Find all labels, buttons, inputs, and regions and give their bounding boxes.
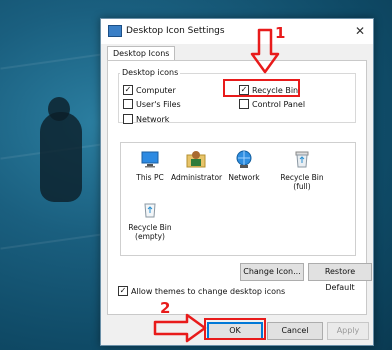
tab-panel: Desktop icons ✓ Computer User's Files Ne… (107, 60, 372, 315)
checkbox-allow-themes[interactable]: ✓ Allow themes to change desktop icons (118, 286, 285, 296)
checkbox-label: Computer (136, 85, 176, 95)
icon-label: Recycle Bin (full) (280, 173, 324, 191)
checkbox-label: Allow themes to change desktop icons (131, 286, 286, 296)
group-label: Desktop icons (120, 68, 181, 77)
checkbox-label: User's Files (136, 99, 181, 109)
water-ripple (0, 232, 110, 250)
highlight-recycle-bin (223, 79, 300, 97)
this-pc-icon (140, 149, 160, 169)
change-icon-button[interactable]: Change Icon... (240, 263, 304, 281)
desktop-icon-settings-dialog: Desktop Icon Settings ✕ Desktop Icons De… (100, 18, 374, 346)
tab-desktop-icons[interactable]: Desktop Icons (107, 46, 176, 61)
icon-item-network[interactable]: Network (219, 149, 269, 182)
checkbox-computer[interactable]: ✓ Computer (123, 85, 176, 95)
icon-label: Recycle Bin (empty) (128, 223, 172, 241)
icon-item-administrator[interactable]: Administrator (171, 149, 223, 182)
checkbox-users-files[interactable]: User's Files (123, 99, 181, 109)
recycle-bin-empty-icon (140, 199, 160, 219)
arrow-right-icon (153, 313, 207, 343)
dialog-title: Desktop Icon Settings (126, 26, 225, 36)
checkbox-box: ✓ (118, 286, 128, 296)
title-bar: Desktop Icon Settings ✕ (101, 19, 373, 44)
close-icon: ✕ (354, 24, 366, 38)
highlight-ok-button (204, 318, 266, 340)
swimmer-silhouette (40, 112, 82, 202)
step-number-1: 1 (275, 24, 286, 42)
checkbox-label: Control Panel (252, 99, 306, 109)
restore-default-button[interactable]: Restore Default (308, 263, 372, 292)
checkbox-box (123, 99, 133, 109)
icon-label: Administrator (171, 173, 223, 182)
close-button[interactable]: ✕ (351, 23, 369, 39)
icon-label: Network (228, 173, 260, 182)
apply-button[interactable]: Apply (327, 322, 369, 340)
icon-item-this-pc[interactable]: This PC (125, 149, 175, 182)
icon-label: This PC (136, 173, 164, 182)
icon-item-recycle-bin-empty[interactable]: Recycle Bin (empty) (125, 199, 175, 241)
water-ripple (0, 52, 110, 70)
checkbox-network[interactable]: Network (123, 114, 169, 124)
checkbox-box (123, 114, 133, 124)
cancel-button[interactable]: Cancel (267, 322, 323, 340)
network-globe-icon (234, 149, 254, 169)
user-folder-icon (186, 149, 206, 169)
checkbox-control-panel[interactable]: Control Panel (239, 99, 305, 109)
step-number-2: 2 (160, 299, 171, 317)
checkbox-box: ✓ (123, 85, 133, 95)
recycle-bin-full-icon (292, 149, 312, 169)
checkbox-label: Network (136, 114, 170, 124)
icon-item-recycle-bin-full[interactable]: Recycle Bin (full) (277, 149, 327, 191)
icon-list[interactable]: This PC Administrator Network Recycle Bi… (120, 142, 356, 256)
desktop-settings-icon (108, 25, 122, 37)
checkbox-box (239, 99, 249, 109)
